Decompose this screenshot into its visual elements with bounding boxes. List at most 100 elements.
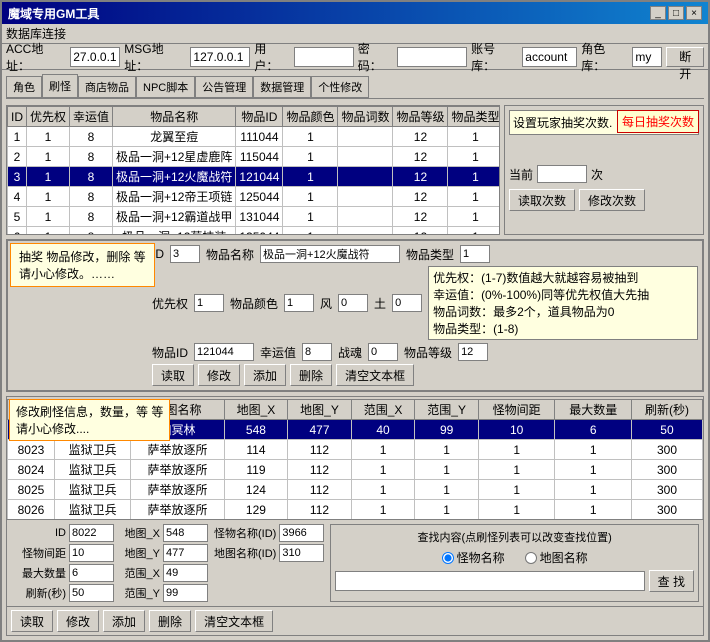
table-row[interactable]: 518 极品一洞+12霸道战甲1310441 121 000 bbox=[8, 207, 501, 227]
mf-mapnameid-label: 地图名称(ID) bbox=[214, 545, 276, 561]
table-row[interactable]: 118 龙翼至痘1110441 121 000 bbox=[8, 127, 501, 147]
monster-btn-row: 读取 修改 添加 删除 清空文本框 bbox=[7, 606, 703, 635]
mf-max-input[interactable] bbox=[69, 564, 114, 582]
pass-input[interactable] bbox=[397, 47, 467, 67]
mf-rangex-input[interactable] bbox=[163, 564, 208, 582]
lottery-read-btn[interactable]: 读取次数 bbox=[509, 189, 575, 211]
tabs-bar: 角色 刷怪 商店物品 NPC脚本 公告管理 数据管理 个性修改 bbox=[6, 74, 704, 99]
popup-line2: 请小心修改。…… bbox=[19, 265, 146, 282]
monster-row[interactable]: 8026监狱卫兵萨举放逐所 1291121 111300 bbox=[8, 500, 703, 520]
item-form-row1: ID 物品名称 物品类型 bbox=[152, 245, 698, 263]
mf-mapnameid-input[interactable] bbox=[279, 544, 324, 562]
mf-refresh-input[interactable] bbox=[69, 584, 114, 602]
wind-label: 风 bbox=[320, 295, 332, 312]
user-label: 用户： bbox=[254, 40, 289, 74]
mf-mapy-input[interactable] bbox=[163, 544, 208, 562]
radio-monster[interactable] bbox=[442, 552, 454, 564]
mf-rangey-input[interactable] bbox=[163, 584, 208, 602]
role-input[interactable] bbox=[632, 47, 662, 67]
mf-mname-input[interactable] bbox=[279, 524, 324, 542]
monster-row[interactable]: 8024监狱卫兵萨举放逐所 1191121 111300 bbox=[8, 460, 703, 480]
mf-id-row: ID bbox=[11, 524, 114, 542]
item-id-input[interactable] bbox=[194, 343, 254, 361]
table-row[interactable]: 618 极品一洞+12葱技装1350441 121 000 bbox=[8, 227, 501, 236]
tab-data[interactable]: 数据管理 bbox=[253, 76, 311, 98]
search-btn[interactable]: 查 找 bbox=[649, 570, 694, 592]
color-label: 物品颜色 bbox=[230, 295, 278, 312]
radio-monster-label: 怪物名称 bbox=[442, 549, 505, 566]
luck-input[interactable] bbox=[302, 343, 332, 361]
mf-mname-row: 怪物名称(ID) bbox=[214, 524, 324, 542]
priority-input[interactable] bbox=[194, 294, 224, 312]
wind-input[interactable] bbox=[338, 294, 368, 312]
mf-refresh-row: 刷新(秒) bbox=[11, 584, 114, 602]
table-row[interactable]: 218 极品一洞+12星虚鹿阵1150441 121 000 bbox=[8, 147, 501, 167]
mf-id-input[interactable] bbox=[69, 524, 114, 542]
earth-input[interactable] bbox=[392, 294, 422, 312]
mf-dist-label: 怪物间距 bbox=[11, 545, 66, 561]
monster-row[interactable]: 8023监狱卫兵萨举放逐所 1141121 111300 bbox=[8, 440, 703, 460]
mf-mapy-row: 地图_Y bbox=[120, 544, 208, 562]
monster-clear-btn[interactable]: 清空文本框 bbox=[195, 610, 273, 632]
user-input[interactable] bbox=[294, 47, 354, 67]
mf-id-label: ID bbox=[11, 527, 66, 539]
radio-map[interactable] bbox=[525, 552, 537, 564]
item-read-btn[interactable]: 读取 bbox=[152, 364, 194, 386]
item-delete-btn[interactable]: 删除 bbox=[290, 364, 332, 386]
hint-line4: 物品类型：(1-8) bbox=[433, 320, 693, 337]
hint-box: 优先权：(1-7)数值越大就越容易被抽到 幸运值：(0%-100%)同等优先权值… bbox=[428, 266, 698, 340]
db-input[interactable] bbox=[522, 47, 577, 67]
monster-add-btn[interactable]: 添加 bbox=[103, 610, 145, 632]
table-row-selected[interactable]: 3 1 8 极品一洞+12火魔战符 121044 1 12 1 0 0 0 bbox=[8, 167, 501, 187]
type-input[interactable] bbox=[460, 245, 490, 263]
search-input[interactable] bbox=[335, 571, 644, 591]
item-add-btn[interactable]: 添加 bbox=[244, 364, 286, 386]
maximize-btn[interactable]: □ bbox=[668, 6, 684, 20]
acc-input[interactable] bbox=[70, 47, 120, 67]
item-form-row2: 优先权 物品颜色 风 土 优先权：(1-7)数值越大就越容易被抽到 幸运值：(0… bbox=[152, 266, 698, 340]
monster-read-btn[interactable]: 读取 bbox=[11, 610, 53, 632]
lottery-modify-btn[interactable]: 修改次数 bbox=[579, 189, 645, 211]
main-window: 魔域专用GM工具 _ □ × 数据库连接 ACC地址： MSG地址： 用户： 密… bbox=[0, 0, 710, 642]
level-input[interactable] bbox=[458, 343, 488, 361]
mf-mapx-label: 地图_X bbox=[120, 525, 160, 541]
tab-monster[interactable]: 刷怪 bbox=[42, 74, 78, 98]
soul-input[interactable] bbox=[368, 343, 398, 361]
disconnect-btn[interactable]: 断开 bbox=[666, 47, 704, 67]
monster-fields-center: 地图_X 地图_Y 范围_X 范围_Y bbox=[120, 524, 208, 602]
monster-delete-btn[interactable]: 删除 bbox=[149, 610, 191, 632]
tab-announcement[interactable]: 公告管理 bbox=[195, 76, 253, 98]
main-content: 角色 刷怪 商店物品 NPC脚本 公告管理 数据管理 个性修改 ID 优先权 幸… bbox=[2, 70, 708, 640]
tab-npc[interactable]: NPC脚本 bbox=[136, 76, 195, 98]
mf-dist-input[interactable] bbox=[69, 544, 114, 562]
item-table-wrap: ID 优先权 幸运值 物品名称 物品ID 物品颜色 物品词数 物品等级 物品类型… bbox=[6, 105, 500, 235]
monster-fields-right: 怪物名称(ID) 地图名称(ID) bbox=[214, 524, 324, 602]
monster-modify-btn[interactable]: 修改 bbox=[57, 610, 99, 632]
mf-mapx-input[interactable] bbox=[163, 524, 208, 542]
msg-input[interactable] bbox=[190, 47, 250, 67]
tab-role[interactable]: 角色 bbox=[6, 76, 42, 98]
mcol-rangey: 范围_Y bbox=[415, 400, 479, 420]
color-input[interactable] bbox=[284, 294, 314, 312]
mf-rangey-label: 范围_Y bbox=[120, 585, 160, 601]
item-clear-btn[interactable]: 清空文本框 bbox=[336, 364, 414, 386]
name-label: 物品名称 bbox=[206, 246, 254, 263]
col-color: 物品颜色 bbox=[283, 107, 338, 127]
mcol-rangex: 范围_X bbox=[351, 400, 415, 420]
minimize-btn[interactable]: _ bbox=[650, 6, 666, 20]
close-btn[interactable]: × bbox=[686, 6, 702, 20]
monster-row[interactable]: 8025监狱卫兵萨举放逐所 1241121 111300 bbox=[8, 480, 703, 500]
item-modify-btn[interactable]: 修改 bbox=[198, 364, 240, 386]
lottery-btns: 读取次数 修改次数 bbox=[509, 189, 699, 211]
monster-section: 修改刷怪信息，数量，等 等 请小心修改.... ID 怪物名称 地图名称 地图_… bbox=[6, 396, 704, 636]
tab-personal[interactable]: 个性修改 bbox=[311, 76, 369, 98]
table-row[interactable]: 418 极品一洞+12帝王项链1250441 121 000 bbox=[8, 187, 501, 207]
id-input[interactable] bbox=[170, 245, 200, 263]
col-level: 物品等级 bbox=[393, 107, 448, 127]
search-panel: 查找内容(点刷怪列表可以改变查找位置) 怪物名称 地图名称 查 bbox=[330, 524, 699, 602]
lottery-current-input[interactable] bbox=[537, 165, 587, 183]
tab-shop[interactable]: 商店物品 bbox=[78, 76, 136, 98]
search-input-row: 查 找 bbox=[335, 570, 694, 592]
name-input[interactable] bbox=[260, 245, 400, 263]
mf-mapx-row: 地图_X bbox=[120, 524, 208, 542]
